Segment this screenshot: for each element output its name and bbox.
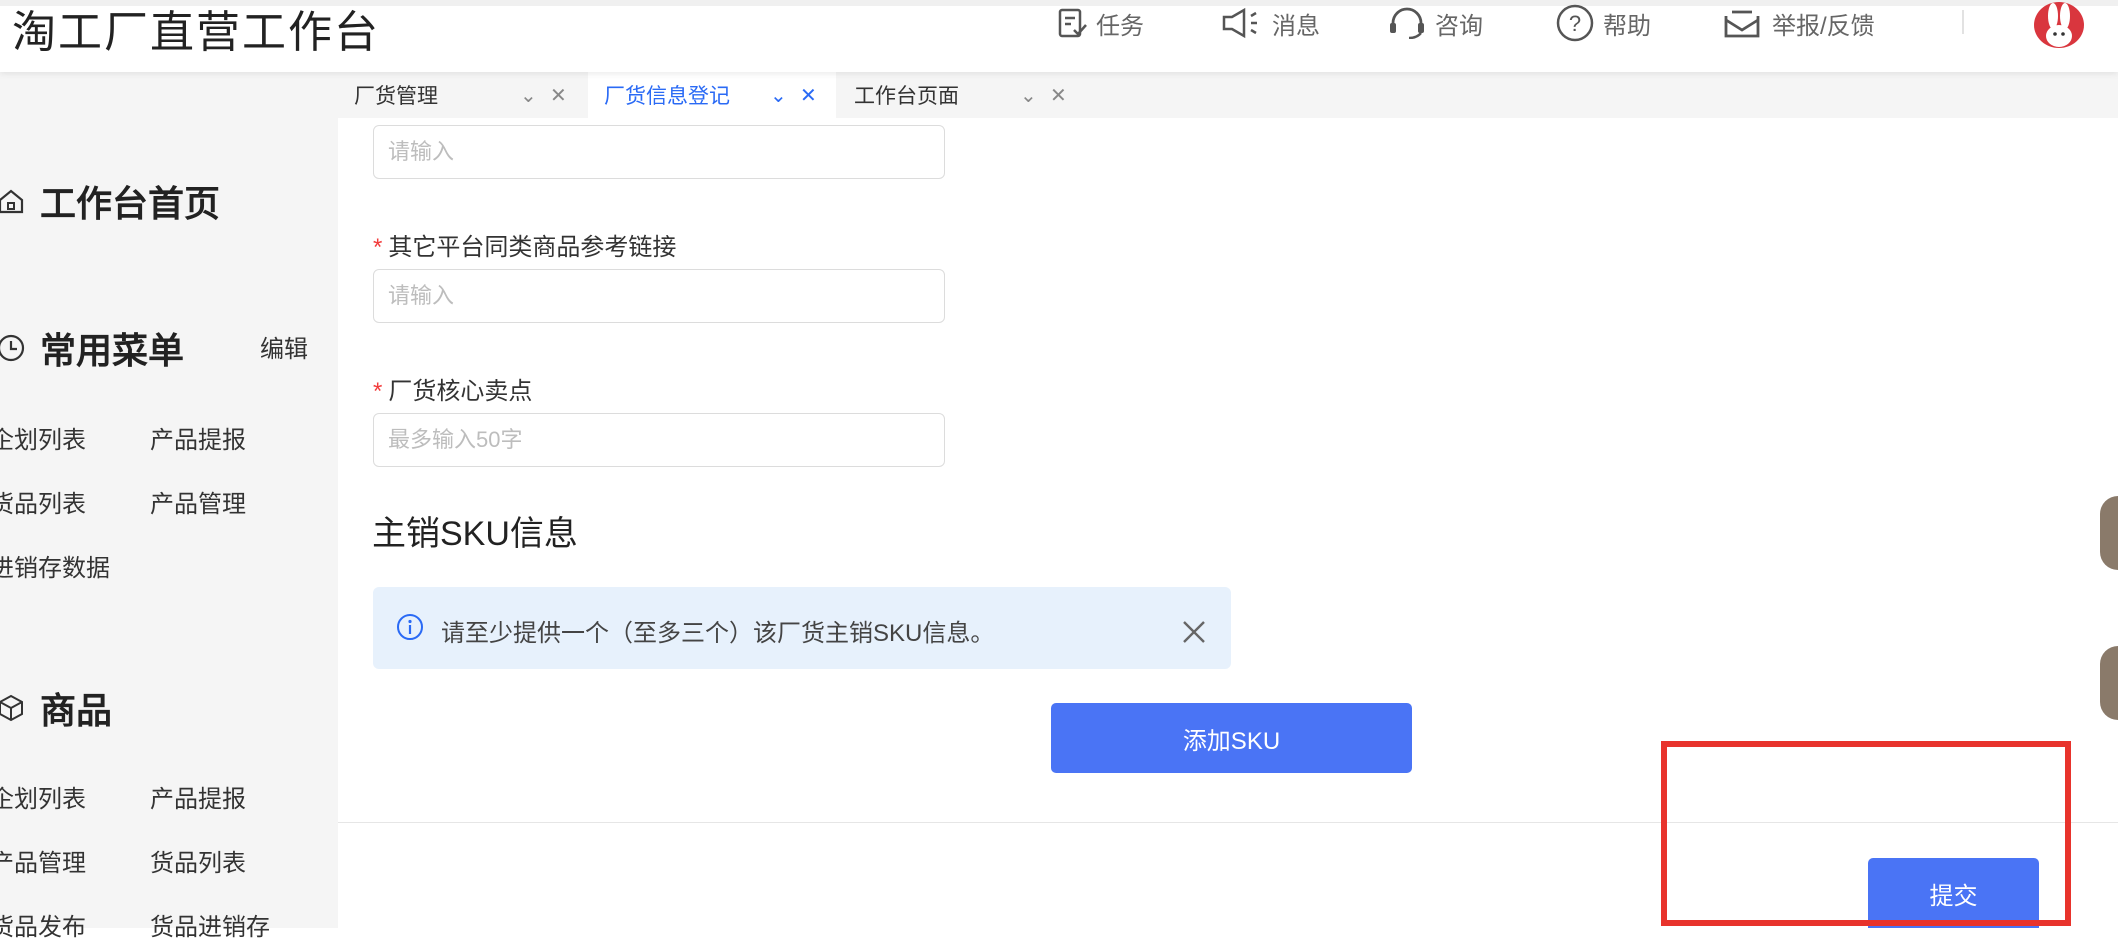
headset-icon (1390, 7, 1424, 39)
chevron-down-icon[interactable]: ⌄ (520, 83, 537, 108)
task-icon (1058, 8, 1087, 38)
header-report-label: 举报/反馈 (1772, 12, 1875, 40)
sidebar-item-goods-product-manage[interactable]: 产品管理 (0, 843, 86, 878)
core-selling-point-input[interactable] (373, 413, 945, 467)
header-help[interactable]: ? 帮助 (1555, 0, 1651, 46)
sidebar-item-goods-goods-list[interactable]: 货品列表 (150, 843, 246, 878)
sidebar-item-plan-list[interactable]: 企划列表 (0, 420, 86, 455)
floating-avatar-edge[interactable] (2100, 496, 2118, 570)
header-task[interactable]: 任务 (1056, 0, 1144, 46)
sidebar-item-goods-plan-list[interactable]: 企划列表 (0, 779, 86, 814)
reference-link-label-text: 其它平台同类商品参考链接 (388, 234, 677, 261)
chevron-down-icon[interactable]: ⌄ (1020, 83, 1037, 108)
tab-workbench-page[interactable]: 工作台页面 ⌄ ✕ (838, 72, 1088, 118)
required-mark: * (373, 234, 383, 261)
field1-input[interactable] (373, 125, 945, 179)
home-icon (0, 189, 24, 214)
chevron-down-icon[interactable]: ⌄ (770, 83, 787, 108)
sidebar-item-product-manage[interactable]: 产品管理 (150, 484, 246, 519)
floating-avatar-edge[interactable] (2100, 646, 2118, 720)
close-icon[interactable]: ✕ (800, 83, 817, 108)
header-message-label: 消息 (1272, 12, 1320, 40)
tab-factory-goods-manage[interactable]: 厂货管理 ⌄ ✕ (338, 72, 588, 118)
core-selling-point-label: * 厂货核心卖点 (373, 371, 532, 406)
core-selling-point-label-text: 厂货核心卖点 (388, 378, 533, 405)
highlight-box (1661, 741, 2071, 926)
sku-section-title: 主销SKU信息 (372, 515, 578, 553)
megaphone-icon (1222, 7, 1257, 39)
sidebar-item-goods-inventory[interactable]: 货品进销存 (150, 907, 270, 942)
header-divider (1962, 10, 1964, 34)
sidebar-goods-label: 商品 (40, 690, 113, 731)
sidebar-item-goods-product-report[interactable]: 产品提报 (150, 779, 246, 814)
close-icon[interactable]: ✕ (550, 83, 567, 108)
reference-link-label: * 其它平台同类商品参考链接 (373, 227, 676, 262)
header-task-label: 任务 (1096, 12, 1144, 40)
app-title: 淘工厂直营工作台 (12, 8, 380, 57)
header-help-label: 帮助 (1603, 12, 1651, 40)
header-consult-label: 咨询 (1435, 12, 1483, 40)
avatar[interactable] (2034, 2, 2084, 48)
svg-text:?: ? (1569, 11, 1581, 36)
required-mark: * (373, 378, 383, 405)
sidebar-home[interactable]: 工作台首页 (0, 175, 220, 227)
tab-factory-goods-register[interactable]: 厂货信息登记 ⌄ ✕ (588, 72, 836, 118)
rabbit-avatar-icon (2046, 3, 2072, 47)
tab-label: 厂货信息登记 (604, 85, 730, 108)
info-icon (397, 614, 423, 640)
sidebar-home-label: 工作台首页 (40, 183, 221, 224)
sidebar-item-goods-list[interactable]: 货品列表 (0, 484, 86, 519)
sidebar-item-product-report[interactable]: 产品提报 (150, 420, 246, 455)
add-sku-button[interactable]: 添加SKU (1051, 703, 1412, 773)
envelope-icon (1724, 10, 1760, 38)
clock-icon (0, 334, 25, 362)
sidebar-goods-title: 商品 (0, 682, 112, 734)
tab-label: 厂货管理 (354, 85, 438, 108)
sidebar-item-goods-publish[interactable]: 货品发布 (0, 907, 86, 942)
sku-notice-text: 请至少提供一个（至多三个）该厂货主销SKU信息。 (441, 620, 995, 647)
sidebar-item-inventory-data[interactable]: 进销存数据 (0, 548, 110, 583)
edit-common-menu-link[interactable]: 编辑 (260, 329, 308, 364)
reference-link-input[interactable] (373, 269, 945, 323)
sidebar-common-menu-label: 常用菜单 (40, 330, 185, 371)
close-icon[interactable] (1181, 619, 1207, 645)
cube-icon (0, 694, 23, 722)
header-report[interactable]: 举报/反馈 (1722, 0, 1875, 46)
header-consult[interactable]: 咨询 (1387, 0, 1483, 46)
close-icon[interactable]: ✕ (1050, 83, 1067, 108)
tab-label: 工作台页面 (854, 85, 959, 108)
header-message[interactable]: 消息 (1220, 0, 1320, 46)
help-circle-icon: ? (1556, 4, 1594, 42)
sidebar-common-menu-title: 常用菜单 (0, 322, 184, 374)
